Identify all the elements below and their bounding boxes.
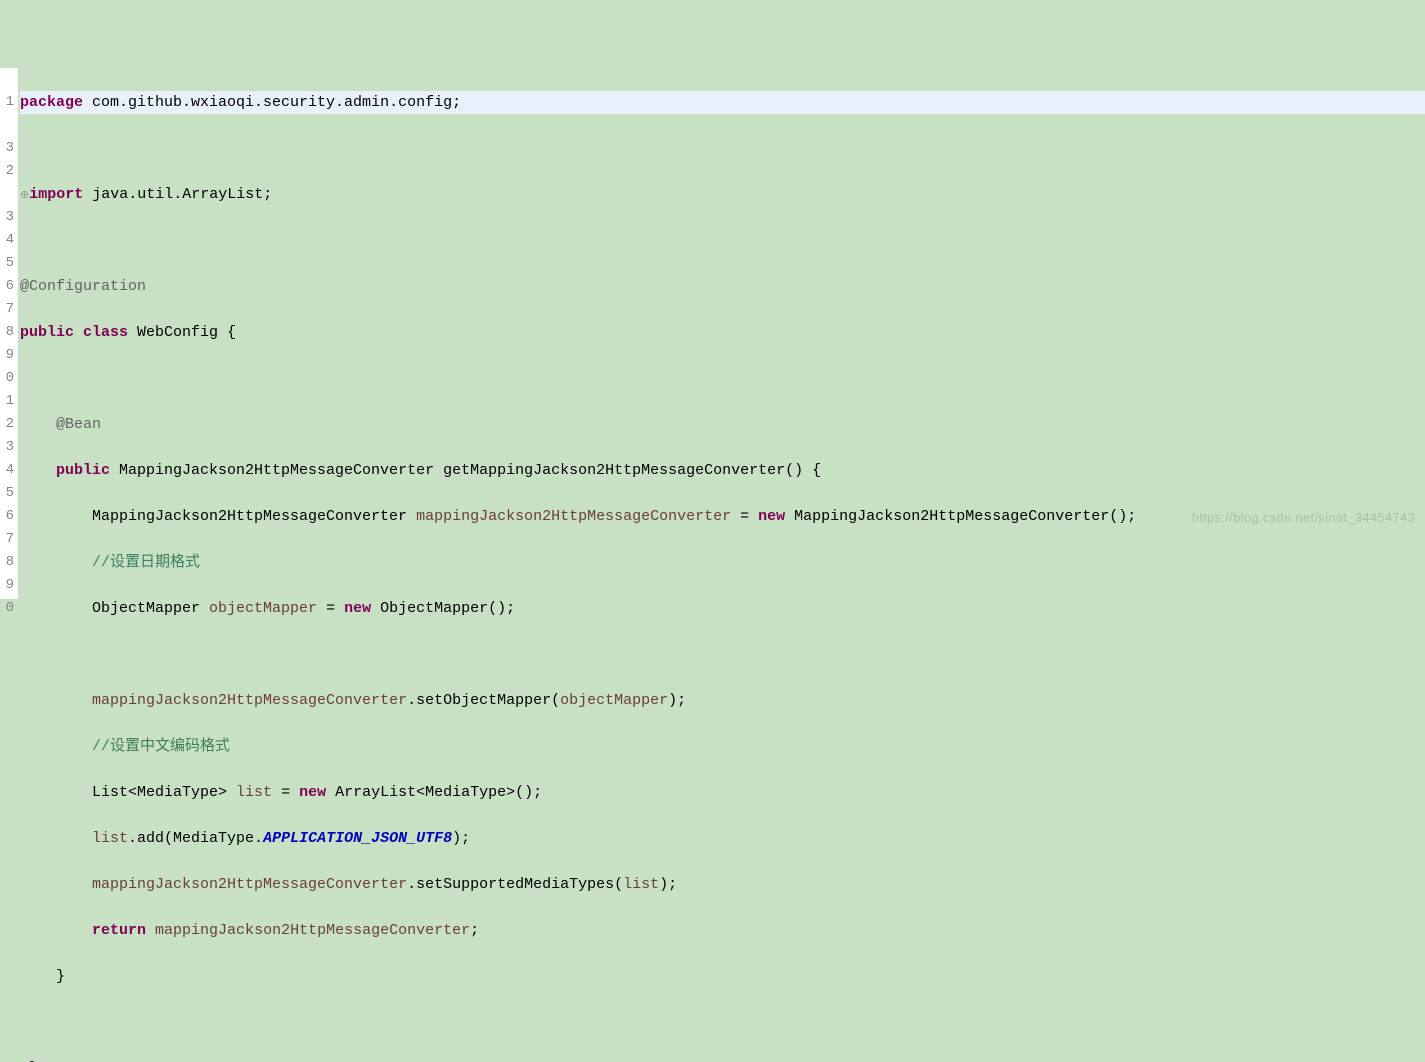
code-text: MappingJackson2HttpMessageConverter	[20, 508, 416, 525]
code-text: ObjectMapper	[20, 600, 209, 617]
code-line: mappingJackson2HttpMessageConverter.setO…	[20, 689, 1425, 712]
code-text: =	[272, 784, 299, 801]
code-text: );	[452, 830, 470, 847]
variable: list	[236, 784, 272, 801]
variable: mappingJackson2HttpMessageConverter	[92, 692, 407, 709]
code-text: List<MediaType>	[20, 784, 236, 801]
watermark-text: https://blog.csdn.net/sinat_34454743	[1192, 510, 1415, 525]
variable: mappingJackson2HttpMessageConverter	[155, 922, 470, 939]
code-line	[20, 1011, 1425, 1034]
keyword: package	[20, 94, 83, 111]
comment: //设置中文编码格式	[20, 738, 230, 755]
line-number: 0	[6, 600, 14, 616]
code-text: =	[731, 508, 758, 525]
variable: objectMapper	[209, 600, 317, 617]
code-line: public MappingJackson2HttpMessageConvert…	[20, 459, 1425, 482]
line-number: 8	[6, 554, 14, 570]
keyword: public	[20, 324, 74, 341]
line-number: 3	[6, 140, 14, 156]
code-text: WebConfig {	[128, 324, 236, 341]
line-number: 5	[6, 255, 14, 271]
line-number: 4	[6, 462, 14, 478]
line-number: 5	[6, 485, 14, 501]
code-line: public class WebConfig {	[20, 321, 1425, 344]
line-number: 6	[6, 508, 14, 524]
code-line: ⊕import java.util.ArrayList;	[20, 183, 1425, 206]
code-text: }	[20, 1060, 38, 1062]
keyword: new	[344, 600, 371, 617]
line-number: 8	[6, 324, 14, 340]
code-line	[20, 229, 1425, 252]
code-line	[20, 137, 1425, 160]
code-text	[20, 830, 92, 847]
code-line: package com.github.wxiaoqi.security.admi…	[20, 91, 1425, 114]
keyword: new	[758, 508, 785, 525]
keyword: class	[74, 324, 128, 341]
code-line	[20, 367, 1425, 390]
line-number: 3	[6, 439, 14, 455]
code-text	[146, 922, 155, 939]
code-line: }	[20, 965, 1425, 988]
annotation: @Bean	[20, 416, 101, 433]
code-text: java.util.ArrayList;	[83, 186, 272, 203]
code-text: );	[668, 692, 686, 709]
code-text: .setSupportedMediaTypes(	[407, 876, 623, 893]
code-text: ObjectMapper();	[371, 600, 515, 617]
code-line: list.add(MediaType.APPLICATION_JSON_UTF8…	[20, 827, 1425, 850]
variable: mappingJackson2HttpMessageConverter	[92, 876, 407, 893]
code-line: mappingJackson2HttpMessageConverter.setS…	[20, 873, 1425, 896]
line-number: 6	[6, 278, 14, 294]
code-line: ObjectMapper objectMapper = new ObjectMa…	[20, 597, 1425, 620]
code-text: .setObjectMapper(	[407, 692, 560, 709]
code-text: }	[20, 968, 65, 985]
line-number: 0	[6, 370, 14, 386]
code-text: .add(MediaType.	[128, 830, 263, 847]
code-text: );	[659, 876, 677, 893]
variable: list	[623, 876, 659, 893]
code-text: ArrayList<MediaType>();	[326, 784, 542, 801]
line-number-gutter: 1 3 2 3 4 5 6 7 8 9 0 1 2 3 4 5 6 7 8 9 …	[0, 68, 18, 599]
code-line: //设置中文编码格式	[20, 735, 1425, 758]
line-number: 1	[6, 393, 14, 409]
keyword: public	[20, 462, 110, 479]
line-number: 2	[6, 163, 14, 179]
code-text: MappingJackson2HttpMessageConverter();	[785, 508, 1136, 525]
code-line	[20, 643, 1425, 666]
keyword: new	[299, 784, 326, 801]
fold-icon[interactable]: ⊕	[20, 190, 29, 202]
line-number: 9	[6, 347, 14, 363]
line-number: 2	[6, 416, 14, 432]
line-number: 4	[6, 232, 14, 248]
code-line: //设置日期格式	[20, 551, 1425, 574]
code-text: MappingJackson2HttpMessageConverter getM…	[110, 462, 821, 479]
variable: mappingJackson2HttpMessageConverter	[416, 508, 731, 525]
code-text	[20, 876, 92, 893]
line-number: 3	[6, 209, 14, 225]
line-number: 9	[6, 577, 14, 593]
keyword: import	[29, 186, 83, 203]
comment: //设置日期格式	[20, 554, 200, 571]
constant: APPLICATION_JSON_UTF8	[263, 830, 452, 847]
code-line: @Bean	[20, 413, 1425, 436]
line-number: 7	[6, 301, 14, 317]
line-number: 7	[6, 531, 14, 547]
variable: objectMapper	[560, 692, 668, 709]
annotation: @Configuration	[20, 278, 146, 295]
line-number: 1	[6, 94, 14, 110]
code-line: List<MediaType> list = new ArrayList<Med…	[20, 781, 1425, 804]
code-text: =	[317, 600, 344, 617]
code-text	[20, 692, 92, 709]
code-line: }	[20, 1057, 1425, 1062]
code-line: @Configuration	[20, 275, 1425, 298]
code-line: return mappingJackson2HttpMessageConvert…	[20, 919, 1425, 942]
code-text: ;	[470, 922, 479, 939]
variable: list	[92, 830, 128, 847]
keyword: return	[20, 922, 146, 939]
code-text: com.github.wxiaoqi.security.admin.config…	[83, 94, 461, 111]
